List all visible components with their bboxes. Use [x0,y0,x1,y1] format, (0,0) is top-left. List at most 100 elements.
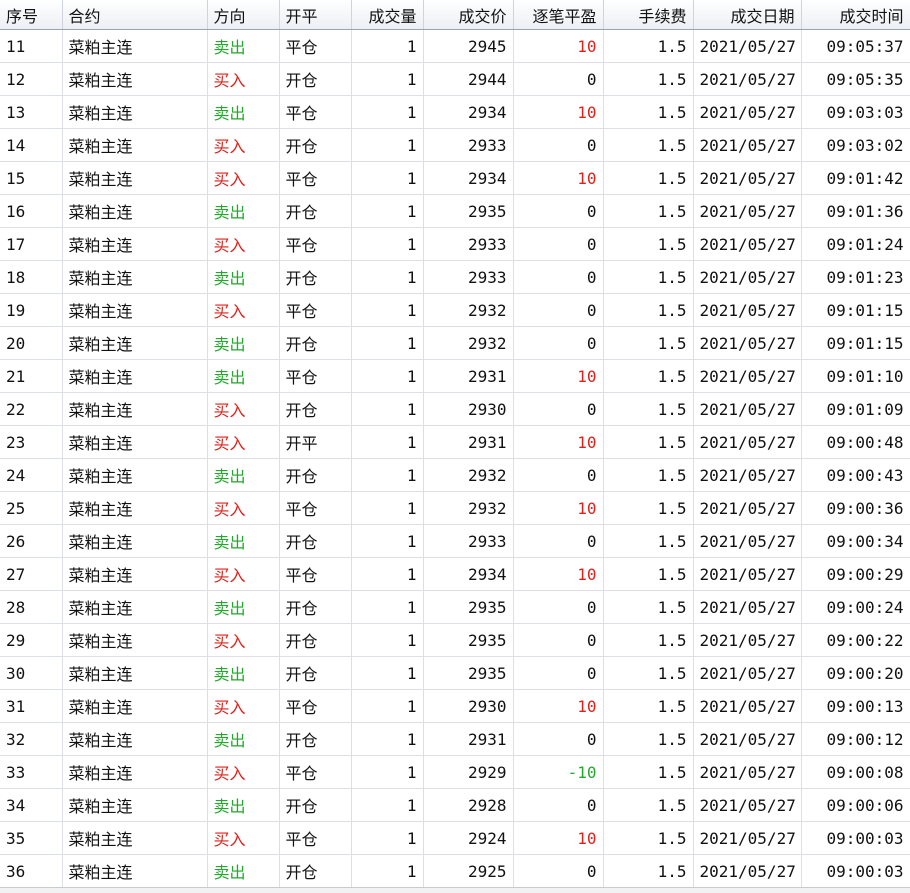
cell-contract: 菜粕主连 [62,194,208,228]
table-row[interactable]: 36 菜粕主连 卖出 开仓 1 2925 0 1.5 2021/05/27 09:00:03 [0,854,910,888]
cell-trade-date: 2021/05/27 [693,62,802,96]
cell-volume: 1 [351,293,424,327]
cell-price: 2931 [423,359,514,393]
table-row[interactable]: 14 菜粕主连 买入 开仓 1 2933 0 1.5 2021/05/27 09:03:02 [0,128,910,162]
cell-direction: 买入 [207,227,280,261]
cell-seq: 35 [0,821,63,855]
cell-direction: 卖出 [207,95,280,129]
cell-contract: 菜粕主连 [62,557,208,591]
column-header-offset[interactable]: 开平 [279,0,352,30]
horizontal-scrollbar[interactable] [0,887,910,893]
cell-price: 2929 [423,755,514,789]
cell-contract: 菜粕主连 [62,326,208,360]
table-row[interactable]: 19 菜粕主连 买入 平仓 1 2932 0 1.5 2021/05/27 09:01:15 [0,293,910,327]
cell-fee: 1.5 [603,326,694,360]
column-header-seq[interactable]: 序号 [0,0,63,30]
table-row[interactable]: 20 菜粕主连 卖出 开仓 1 2932 0 1.5 2021/05/27 09:01:15 [0,326,910,360]
table-row[interactable]: 29 菜粕主连 买入 开仓 1 2935 0 1.5 2021/05/27 09:00:22 [0,623,910,657]
table-row[interactable]: 28 菜粕主连 卖出 开仓 1 2935 0 1.5 2021/05/27 09:00:24 [0,590,910,624]
table-row[interactable]: 18 菜粕主连 卖出 开仓 1 2933 0 1.5 2021/05/27 09:01:23 [0,260,910,294]
cell-seq: 14 [0,128,63,162]
cell-trade-date: 2021/05/27 [693,194,802,228]
table-row[interactable]: 23 菜粕主连 买入 开平 1 2931 10 1.5 2021/05/27 09:00:48 [0,425,910,459]
cell-contract: 菜粕主连 [62,359,208,393]
column-header-close-pnl[interactable]: 逐笔平盈 [513,0,604,30]
cell-trade-time: 09:01:36 [801,194,910,228]
table-row[interactable]: 34 菜粕主连 卖出 开仓 1 2928 0 1.5 2021/05/27 09:00:06 [0,788,910,822]
cell-trade-time: 09:01:10 [801,359,910,393]
table-row[interactable]: 11 菜粕主连 卖出 平仓 1 2945 10 1.5 2021/05/27 09:05:37 [0,29,910,63]
table-row[interactable]: 27 菜粕主连 买入 平仓 1 2934 10 1.5 2021/05/27 09:00:29 [0,557,910,591]
cell-seq: 26 [0,524,63,558]
cell-offset: 平仓 [279,821,352,855]
cell-price: 2934 [423,161,514,195]
cell-fee: 1.5 [603,722,694,756]
cell-price: 2933 [423,524,514,558]
cell-fee: 1.5 [603,854,694,888]
cell-trade-date: 2021/05/27 [693,425,802,459]
cell-price: 2930 [423,392,514,426]
cell-direction: 卖出 [207,194,280,228]
cell-close-pnl: 0 [513,623,604,657]
cell-offset: 开仓 [279,194,352,228]
cell-close-pnl: 10 [513,689,604,723]
table-row[interactable]: 24 菜粕主连 卖出 开仓 1 2932 0 1.5 2021/05/27 09:00:43 [0,458,910,492]
cell-offset: 平仓 [279,161,352,195]
table-row[interactable]: 13 菜粕主连 卖出 平仓 1 2934 10 1.5 2021/05/27 09:03:03 [0,95,910,129]
table-row[interactable]: 26 菜粕主连 卖出 开仓 1 2933 0 1.5 2021/05/27 09:00:34 [0,524,910,558]
column-header-price[interactable]: 成交价 [423,0,514,30]
cell-offset: 开仓 [279,623,352,657]
table-row[interactable]: 21 菜粕主连 卖出 平仓 1 2931 10 1.5 2021/05/27 09:01:10 [0,359,910,393]
table-row[interactable]: 25 菜粕主连 买入 平仓 1 2932 10 1.5 2021/05/27 09:00:36 [0,491,910,525]
column-header-contract[interactable]: 合约 [62,0,208,30]
cell-trade-date: 2021/05/27 [693,359,802,393]
cell-contract: 菜粕主连 [62,95,208,129]
column-header-fee[interactable]: 手续费 [603,0,694,30]
table-row[interactable]: 31 菜粕主连 买入 平仓 1 2930 10 1.5 2021/05/27 09:00:13 [0,689,910,723]
cell-close-pnl: 10 [513,425,604,459]
cell-trade-date: 2021/05/27 [693,128,802,162]
column-header-trade-date[interactable]: 成交日期 [693,0,802,30]
cell-close-pnl: 0 [513,227,604,261]
cell-fee: 1.5 [603,392,694,426]
cell-trade-time: 09:00:48 [801,425,910,459]
cell-seq: 28 [0,590,63,624]
cell-fee: 1.5 [603,590,694,624]
column-header-trade-time[interactable]: 成交时间 [801,0,910,30]
cell-trade-time: 09:01:42 [801,161,910,195]
cell-contract: 菜粕主连 [62,260,208,294]
table-row[interactable]: 33 菜粕主连 买入 平仓 1 2929 -10 1.5 2021/05/27 09:00:08 [0,755,910,789]
cell-trade-date: 2021/05/27 [693,458,802,492]
cell-close-pnl: -10 [513,755,604,789]
table-row[interactable]: 22 菜粕主连 买入 开仓 1 2930 0 1.5 2021/05/27 09:01:09 [0,392,910,426]
table-row[interactable]: 15 菜粕主连 买入 平仓 1 2934 10 1.5 2021/05/27 09:01:42 [0,161,910,195]
table-row[interactable]: 30 菜粕主连 卖出 开仓 1 2935 0 1.5 2021/05/27 09:00:20 [0,656,910,690]
table-row[interactable]: 35 菜粕主连 买入 平仓 1 2924 10 1.5 2021/05/27 09:00:03 [0,821,910,855]
column-header-volume[interactable]: 成交量 [351,0,424,30]
table-row[interactable]: 32 菜粕主连 卖出 开仓 1 2931 0 1.5 2021/05/27 09:00:12 [0,722,910,756]
cell-offset: 开仓 [279,656,352,690]
cell-seq: 12 [0,62,63,96]
cell-direction: 买入 [207,755,280,789]
cell-close-pnl: 0 [513,128,604,162]
cell-direction: 买入 [207,689,280,723]
cell-seq: 13 [0,95,63,129]
cell-close-pnl: 0 [513,656,604,690]
table-row[interactable]: 12 菜粕主连 买入 开仓 1 2944 0 1.5 2021/05/27 09:05:35 [0,62,910,96]
cell-trade-date: 2021/05/27 [693,821,802,855]
cell-direction: 买入 [207,425,280,459]
cell-fee: 1.5 [603,194,694,228]
table-body: 11 菜粕主连 卖出 平仓 1 2945 10 1.5 2021/05/27 09:05:37 12… [0,29,910,888]
cell-offset: 开仓 [279,326,352,360]
cell-fee: 1.5 [603,227,694,261]
cell-close-pnl: 10 [513,95,604,129]
cell-direction: 卖出 [207,359,280,393]
cell-price: 2935 [423,656,514,690]
cell-direction: 卖出 [207,788,280,822]
cell-price: 2932 [423,326,514,360]
column-header-direction[interactable]: 方向 [207,0,280,30]
cell-price: 2924 [423,821,514,855]
table-row[interactable]: 17 菜粕主连 买入 平仓 1 2933 0 1.5 2021/05/27 09:01:24 [0,227,910,261]
table-row[interactable]: 16 菜粕主连 卖出 开仓 1 2935 0 1.5 2021/05/27 09:01:36 [0,194,910,228]
cell-trade-time: 09:01:15 [801,326,910,360]
